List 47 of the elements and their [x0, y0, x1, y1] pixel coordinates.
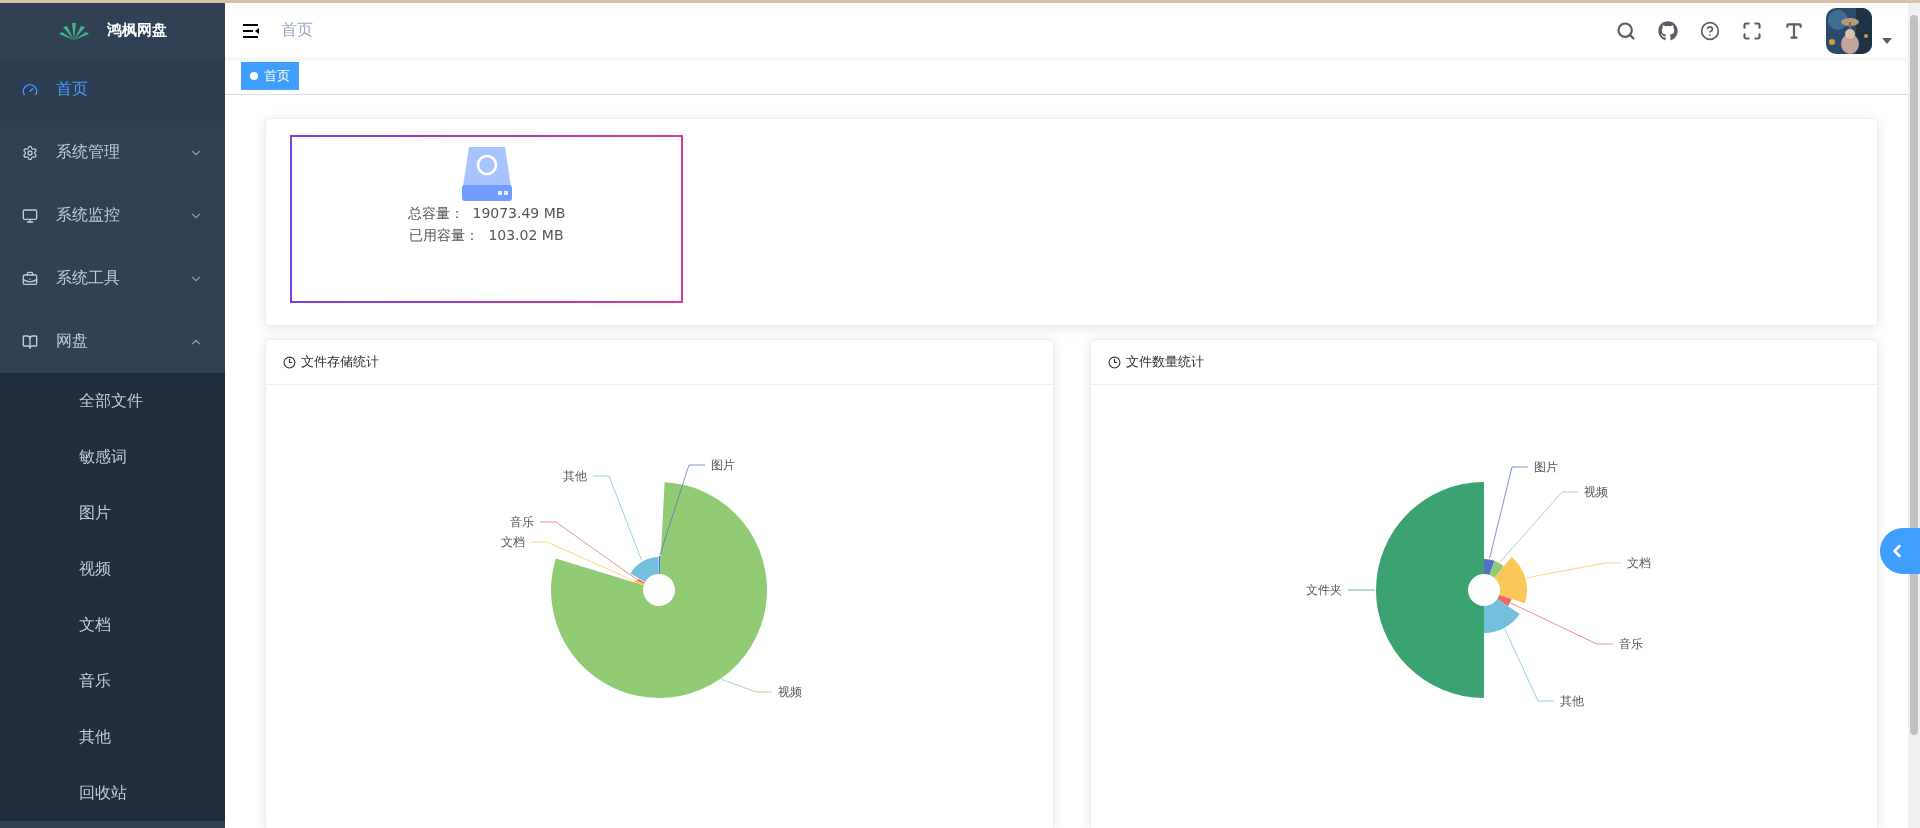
breadcrumb: 首页	[281, 20, 314, 41]
app-logo-text: 鸿枫网盘	[106, 21, 167, 40]
slice-label: 视频	[1583, 485, 1608, 499]
slice-label: 其他	[1559, 694, 1584, 708]
menu-toggle-icon[interactable]	[243, 23, 259, 38]
sidebar-item[interactable]: 系统监控	[0, 184, 225, 247]
sidebar-subitem[interactable]: 视频	[0, 541, 225, 597]
book-icon	[22, 333, 38, 350]
slice-label: 文档	[1626, 556, 1651, 570]
gear-icon	[22, 144, 38, 161]
sidebar-subitem[interactable]: 回收站	[0, 765, 225, 821]
hard-drive-icon	[461, 147, 512, 201]
search-icon[interactable]	[1616, 20, 1636, 41]
sidebar-subitem[interactable]: 音乐	[0, 653, 225, 709]
sidebar-item[interactable]: 系统工具	[0, 247, 225, 310]
sidebar-subitem[interactable]: 其他	[0, 709, 225, 765]
leader-line	[1347, 589, 1376, 591]
monitor-icon	[22, 207, 38, 224]
sidebar-item[interactable]: 系统管理	[0, 121, 225, 184]
slice-label: 文件夹	[1305, 583, 1342, 597]
toolbox-icon	[22, 270, 38, 287]
font-size-icon[interactable]	[1784, 20, 1804, 41]
slice-label: 图片	[711, 458, 736, 472]
capacity-text: 总容量： 19073.49 MB	[407, 204, 566, 223]
caret-icon[interactable]	[1882, 37, 1892, 44]
slice-label: 音乐	[1618, 637, 1643, 651]
chart-title: 文件存储统计	[301, 353, 379, 371]
gauge-icon	[22, 81, 38, 98]
sidebar-subitem[interactable]: 图片	[0, 485, 225, 541]
sidebar-item[interactable]: 首页	[0, 58, 225, 121]
sidebar-subitem[interactable]: 全部文件	[0, 373, 225, 429]
chart-title: 文件数量统计	[1125, 353, 1204, 371]
leader-line	[721, 678, 773, 693]
capacity-text: 已用容量： 103.02 MB	[409, 226, 564, 245]
github-icon[interactable]	[1658, 20, 1678, 41]
logo-icon	[58, 20, 89, 41]
sidebar-item[interactable]: 网盘	[0, 310, 225, 373]
sidebar-subitem[interactable]: 敏感词	[0, 429, 225, 485]
help-icon[interactable]	[1700, 20, 1720, 41]
slice-label: 图片	[1533, 460, 1558, 474]
slice-label: 其他	[563, 469, 588, 483]
scrollbar[interactable]	[1908, 3, 1920, 828]
slice-label: 文档	[501, 535, 526, 549]
slice-label: 音乐	[510, 515, 535, 529]
slice-label: 视频	[778, 685, 803, 699]
fullscreen-icon[interactable]	[1742, 20, 1762, 41]
sidebar-subitem[interactable]: 文档	[0, 597, 225, 653]
